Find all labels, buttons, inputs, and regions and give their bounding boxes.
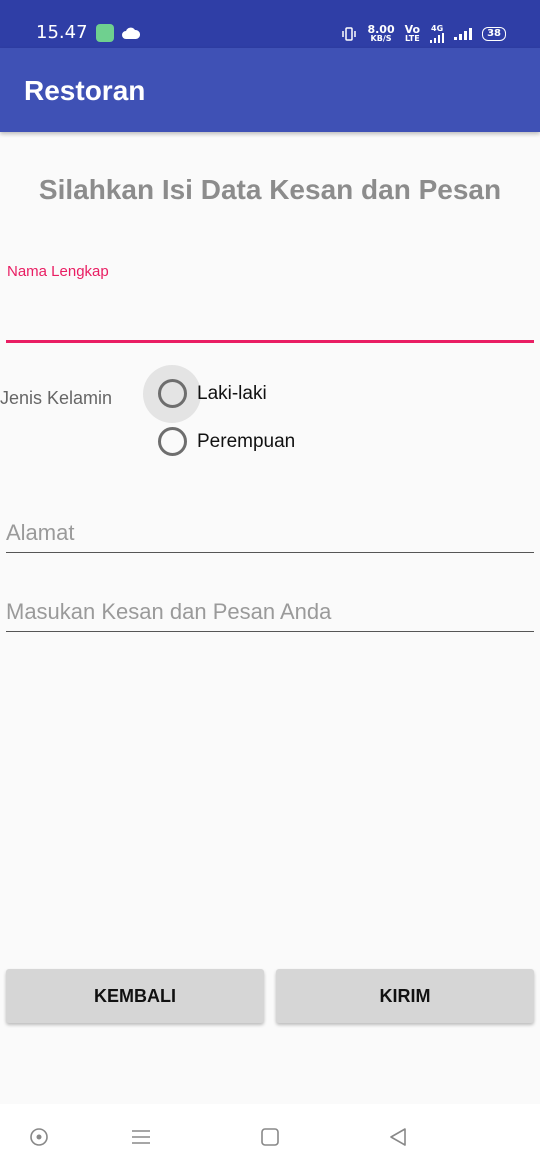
navigation-bar — [0, 1104, 540, 1170]
signal-icon — [430, 33, 445, 43]
status-time: 15.47 — [36, 22, 88, 43]
back-button[interactable]: KEMBALI — [6, 969, 264, 1023]
radio-button[interactable] — [158, 379, 187, 408]
app-bar: Restoran — [0, 48, 540, 132]
network-speed: 8.00 KB/S — [367, 24, 394, 43]
status-indicators: 8.00 KB/S Vo LTE 4G 38 — [341, 24, 506, 44]
form-heading: Silahkan Isi Data Kesan dan Pesan — [38, 174, 502, 205]
network-type: 4G — [430, 24, 445, 44]
radio-button[interactable] — [158, 427, 187, 456]
cloud-icon — [122, 27, 140, 39]
radio-option-female[interactable]: Perempuan — [158, 427, 295, 456]
status-bar: 15.47 8.00 KB/S Vo LTE 4G 38 — [0, 0, 540, 48]
name-field-label: Nama Lengkap — [7, 263, 109, 280]
app-notification-icon — [96, 24, 114, 42]
network-label: 4G — [431, 24, 444, 33]
radio-label-female: Perempuan — [197, 430, 296, 452]
name-input[interactable] — [6, 285, 534, 343]
volte-bottom: LTE — [404, 34, 420, 43]
radio-option-male[interactable]: Laki-laki — [158, 379, 267, 408]
send-button[interactable]: KIRIM — [276, 969, 534, 1023]
vibrate-icon — [342, 27, 357, 41]
speed-unit: KB/S — [370, 34, 392, 43]
gender-label: Jenis Kelamin — [0, 388, 113, 408]
volte-indicator: Vo LTE — [404, 24, 420, 43]
signal-strength-icon — [454, 28, 473, 40]
battery-icon: 38 — [482, 27, 506, 41]
radio-label-male: Laki-laki — [197, 382, 267, 404]
menu-icon[interactable] — [130, 1126, 152, 1148]
app-title: Restoran — [24, 75, 146, 106]
address-input[interactable] — [6, 513, 534, 553]
back-icon[interactable] — [387, 1126, 409, 1148]
screen-record-icon[interactable] — [28, 1126, 50, 1148]
message-input[interactable] — [6, 592, 534, 632]
home-icon[interactable] — [259, 1126, 281, 1148]
